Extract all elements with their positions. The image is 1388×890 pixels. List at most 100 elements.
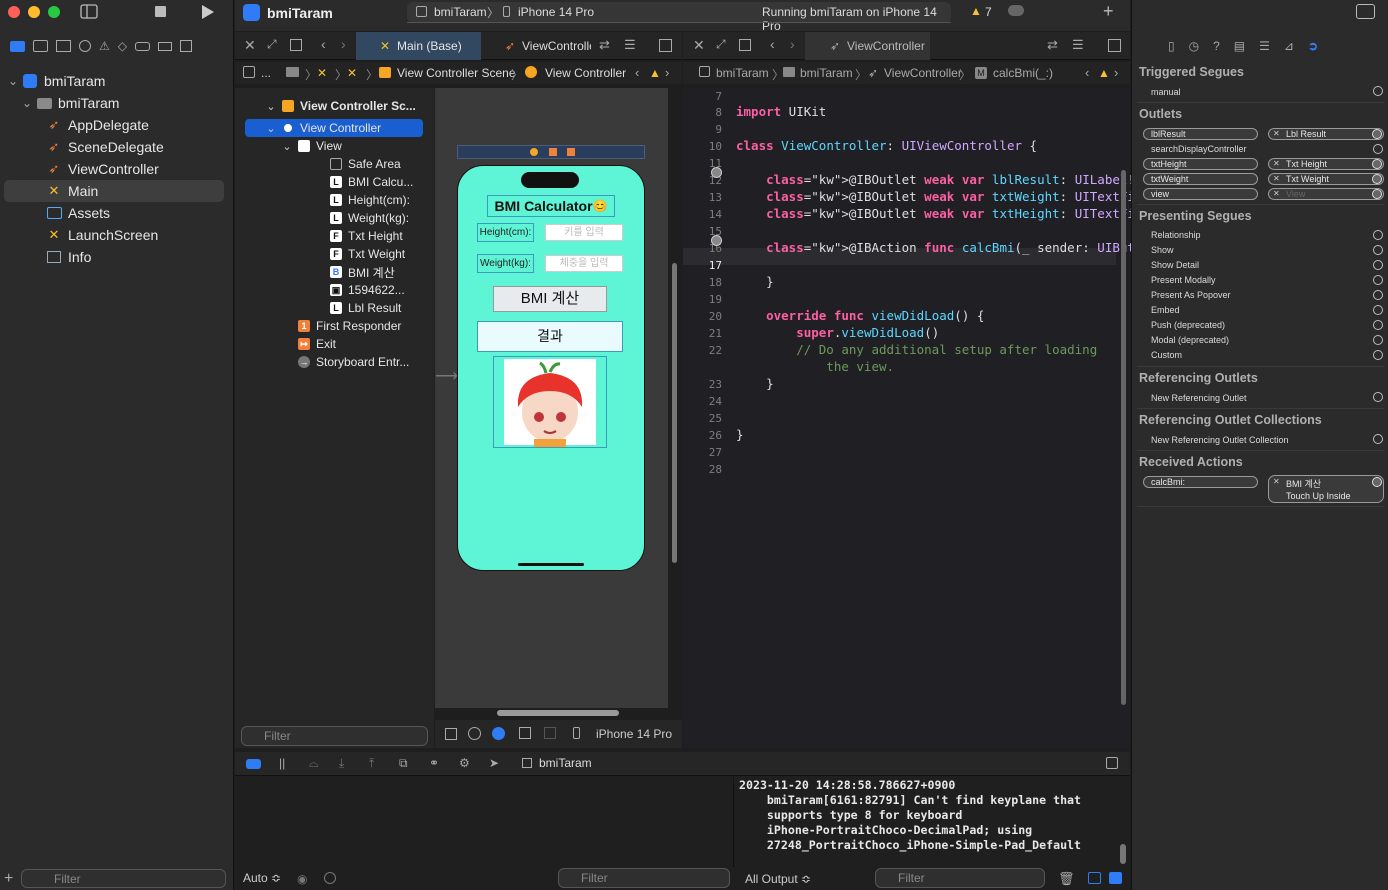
find-icon[interactable] [79, 40, 91, 52]
code-line[interactable]: } [736, 427, 744, 442]
outline-item[interactable]: B BMI 계산 [312, 263, 395, 281]
jump-crumb[interactable]: calcBmi(_:) [993, 66, 1053, 80]
phone-screen[interactable]: BMI Calculator 😊 Height(cm): 키를 입력 Weight… [457, 165, 645, 571]
code-line[interactable]: class="kw">@IBOutlet weak var lblResult:… [736, 172, 1135, 187]
connected-circle-icon[interactable] [1372, 159, 1382, 169]
navigator-item[interactable]: ⌄ bmiTaram [0, 70, 234, 92]
action-pill[interactable]: calcBmi: [1143, 476, 1258, 488]
outlet-pill[interactable]: txtHeight [1143, 158, 1258, 170]
breakpoint-navigator-icon[interactable] [158, 41, 172, 51]
outline-item[interactable]: ⌄ View Controller [245, 119, 423, 137]
jump-crumb[interactable]: bmiTaram [716, 66, 769, 80]
code-line[interactable]: import UIKit [736, 104, 826, 119]
outlet-connection-dot[interactable] [711, 167, 722, 178]
code-line[interactable]: } [736, 376, 774, 391]
back-icon[interactable]: ‹ [321, 36, 326, 52]
step-out-icon[interactable]: ⤒ [369, 756, 374, 771]
zoom-window-button[interactable] [48, 6, 60, 18]
connection-circle-icon[interactable] [1373, 144, 1383, 154]
maximize-debug-icon[interactable] [1106, 757, 1118, 769]
height-text-field[interactable]: 키를 입력 [545, 224, 623, 241]
outlet-target-pill[interactable]: Txt Height [1268, 158, 1384, 170]
jump-crumb[interactable]: ViewController [884, 66, 962, 80]
remove-connection-icon[interactable]: ✕ [1273, 129, 1280, 138]
jump-crumb[interactable]: ... [261, 66, 271, 80]
outlet-pill[interactable]: lblResult [1143, 128, 1258, 140]
connection-circle-icon[interactable] [1373, 305, 1383, 315]
show-variables-icon[interactable] [1088, 872, 1101, 884]
jump-crumb[interactable]: bmiTaram [800, 66, 853, 80]
memory-graph-icon[interactable]: ⚭ [429, 756, 439, 770]
storyboard-canvas[interactable]: ⟶ BMI Calculator 😊 Height(cm): 키를 입력 Weig… [435, 88, 677, 716]
issue-navigator-icon[interactable]: ⚠ [99, 39, 110, 53]
remove-connection-icon[interactable]: ✕ [1273, 477, 1280, 486]
remove-connection-icon[interactable]: ✕ [1273, 174, 1280, 183]
file-inspector-icon[interactable]: ▯ [1168, 39, 1175, 53]
forward-icon[interactable]: › [790, 36, 795, 52]
debug-navigator-icon[interactable] [135, 41, 150, 51]
close-editor-icon[interactable]: ✕ [693, 37, 705, 54]
outline-item[interactable]: ↦ Exit [280, 335, 336, 353]
remove-connection-icon[interactable]: ✕ [1273, 189, 1280, 198]
connections-inspector-icon[interactable]: ➲ [1308, 39, 1318, 53]
accessibility-icon[interactable] [468, 727, 481, 740]
horizontal-scrollbar[interactable] [497, 710, 619, 716]
weight-text-field[interactable]: 체중을 입력 [545, 255, 623, 272]
console-filter[interactable]: Filter [875, 868, 1045, 888]
code-line[interactable]: super.viewDidLoad() [736, 325, 939, 340]
outline-item[interactable]: F Txt Weight [312, 245, 405, 263]
vertical-scrollbar[interactable] [672, 263, 677, 563]
tab-main-base[interactable]: ✕ Main (Base) [356, 32, 481, 60]
scene-dock[interactable] [457, 145, 645, 159]
warning-icon[interactable]: ▲ [649, 66, 661, 80]
action-connection-dot[interactable] [711, 235, 722, 246]
navigator-item[interactable]: ➶ ViewController [0, 158, 234, 180]
view-hierarchy-icon[interactable]: ⧉ [399, 756, 408, 771]
source-editor[interactable] [683, 88, 1130, 748]
outline-item[interactable]: → Storyboard Entr... [280, 353, 409, 371]
editor-options-icon[interactable]: ☰ [624, 37, 636, 53]
outline-item[interactable]: L Lbl Result [312, 299, 401, 317]
outlet-pill[interactable]: txtWeight [1143, 173, 1258, 185]
identity-inspector-icon[interactable]: ▤ [1234, 39, 1245, 53]
disclosure-chevron-icon[interactable]: ⌄ [264, 122, 278, 135]
outline-filter[interactable]: Filter [241, 726, 428, 746]
warning-icon[interactable]: ▲ [1098, 66, 1110, 80]
next-issue-icon[interactable]: › [1114, 65, 1118, 80]
disclosure-chevron-icon[interactable]: ⌄ [280, 140, 294, 153]
navigator-item[interactable]: ✕ Main [4, 180, 224, 202]
symbol-navigator-icon[interactable] [56, 40, 71, 52]
remove-connection-icon[interactable]: ✕ [1273, 159, 1280, 168]
sidebar-toggle-icon[interactable] [80, 4, 98, 19]
next-issue-icon[interactable]: › [665, 65, 669, 80]
layout-icon[interactable] [544, 727, 556, 739]
grid-icon[interactable] [739, 39, 751, 51]
code-scrollbar[interactable] [1121, 170, 1126, 705]
device-selector[interactable]: iPhone 14 Pro [518, 5, 594, 19]
scheme-selector[interactable]: bmiTaram [434, 5, 487, 19]
close-window-button[interactable] [8, 6, 20, 18]
outline-item[interactable]: L BMI Calcu... [312, 173, 413, 191]
tab-viewcontroller[interactable]: ➶ ViewControlle [495, 32, 591, 60]
outline-item[interactable]: ⌄ View [280, 137, 341, 155]
connection-circle-icon[interactable] [1373, 245, 1383, 255]
outline-item[interactable]: ⌄ View Controller Sc... [264, 97, 415, 115]
orientation-icon[interactable] [519, 727, 531, 739]
warning-count[interactable]: 7 [985, 5, 992, 19]
report-navigator-icon[interactable] [180, 40, 192, 52]
related-items-icon[interactable]: ⇄ [599, 37, 610, 53]
pause-icon[interactable]: || [279, 756, 285, 770]
code-line[interactable]: class ViewController: UIViewController { [736, 138, 1037, 153]
size-inspector-icon[interactable]: ⊿ [1284, 39, 1294, 53]
jump-crumb[interactable]: View Controller [545, 66, 626, 80]
connected-circle-icon[interactable] [1372, 174, 1382, 184]
hide-debug-icon[interactable] [246, 759, 261, 769]
connection-circle-icon[interactable] [1373, 350, 1383, 360]
outline-item[interactable]: ▣ 1594622... [312, 281, 405, 299]
appearance-icon[interactable] [492, 727, 505, 740]
bmi-calc-button[interactable]: BMI 계산 [493, 286, 607, 312]
connected-circle-icon[interactable] [1372, 129, 1382, 139]
editor-options-icon[interactable]: ☰ [1072, 37, 1084, 53]
code-line[interactable]: // Do any additional setup after loading [736, 342, 1097, 357]
device-config[interactable]: iPhone 14 Pro [596, 727, 672, 741]
